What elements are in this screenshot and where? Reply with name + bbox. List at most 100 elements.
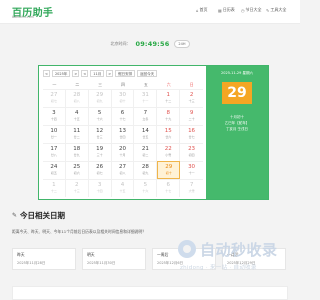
calendar-day[interactable]: 5 十六 <box>88 107 112 125</box>
lunar-day: 初九 <box>142 171 149 175</box>
day-number: 9 <box>189 110 194 116</box>
calendar-day[interactable]: 10 廿一 <box>43 125 66 143</box>
calendar-day[interactable]: 18 廿九 <box>65 143 89 161</box>
day-number: 4 <box>120 182 125 188</box>
month-select[interactable]: 11月 <box>90 70 105 77</box>
calendar-day[interactable]: 28 初八 <box>65 89 89 107</box>
calendar-day[interactable]: 23 初四 <box>180 143 203 161</box>
calendar-day[interactable]: 26 初七 <box>88 161 112 179</box>
calendar-controls: < 2025年 > < 11月 > 假日安排 返回今天 <box>43 70 158 77</box>
today-button[interactable]: 返回今天 <box>137 70 158 77</box>
calendar-panel: < 2025年 > < 11月 > 假日安排 返回今天 一二三四五六日 27 初七… <box>39 66 206 199</box>
calendar-day[interactable]: 1 十二 <box>43 179 66 197</box>
lunar-day: 初十 <box>119 99 126 103</box>
calendar-day[interactable]: 13 廿四 <box>111 125 135 143</box>
calendar-card: < 2025年 > < 11月 > 假日安排 返回今天 一二三四五六日 27 初七… <box>38 65 269 200</box>
calendar-day[interactable]: 27 初八 <box>111 161 135 179</box>
related-date-card[interactable]: 昨天 2025年11月28日 <box>12 248 76 270</box>
day-number: 25 <box>73 164 81 170</box>
prev-year-button[interactable]: < <box>43 70 50 77</box>
holiday-select[interactable]: 假日安排 <box>115 70 136 77</box>
next-month-button[interactable]: > <box>106 70 114 77</box>
nav-calendar[interactable]: ▦ 日历表 <box>218 7 235 13</box>
time-label: 北京时间： <box>110 41 131 46</box>
next-year-button[interactable]: > <box>72 70 80 77</box>
calendar-day[interactable]: 30 初十 <box>111 89 135 107</box>
day-number: 20 <box>118 146 126 152</box>
calendar-day[interactable]: 30 十一 <box>180 161 203 179</box>
weekday-label: 一 <box>52 82 57 87</box>
calendar-day[interactable]: 29 初九 <box>88 89 112 107</box>
calendar-day[interactable]: 5 十六 <box>134 179 158 197</box>
weekday-label: 五 <box>143 82 148 87</box>
lunar-day: 初九 <box>96 99 103 103</box>
calendar-day[interactable]: 7 立冬 <box>134 107 158 125</box>
lunar-day: 初八 <box>119 171 126 175</box>
bottom-panel <box>12 286 288 300</box>
calendar-day[interactable]: 14 廿五 <box>134 125 158 143</box>
calendar-day[interactable]: 6 十七 <box>157 179 181 197</box>
calendar-day[interactable]: 31 十一 <box>134 89 158 107</box>
calendar-day[interactable]: 17 廿八 <box>43 143 66 161</box>
day-number: 7 <box>189 182 194 188</box>
calendar-day[interactable]: 3 十四 <box>88 179 112 197</box>
day-number: 3 <box>52 110 56 116</box>
calendar-day[interactable]: 8 十九 <box>157 107 181 125</box>
calendar-day[interactable]: 24 初五 <box>43 161 66 179</box>
calendar-day[interactable]: 21 初二 <box>134 143 158 161</box>
calendar-day[interactable]: 11 廿二 <box>65 125 89 143</box>
calendar-day[interactable]: 2 十三 <box>180 89 203 107</box>
calendar-day[interactable]: 16 廿七 <box>180 125 203 143</box>
related-date-card[interactable]: 明天 2025年11月30日 <box>82 248 146 270</box>
lunar-day: 十一 <box>142 99 149 103</box>
section-description: 距离今天、昨天、明天、今年11个月前后日历表以及相关时间信息和详细说明？ <box>12 229 146 234</box>
calendar-day[interactable]: 28 初九 <box>134 161 158 179</box>
day-number: 18 <box>73 146 81 152</box>
prev-month-button[interactable]: < <box>81 70 89 77</box>
lunar-date: 十月初十 <box>230 115 244 119</box>
calendar-day[interactable]: 15 廿六 <box>157 125 181 143</box>
calendar-day[interactable]: 3 十四 <box>43 107 66 125</box>
calendar-day[interactable]: 22 小雪 <box>157 143 181 161</box>
day-number: 10 <box>50 128 58 134</box>
calendar-day[interactable]: 9 二十 <box>180 107 203 125</box>
related-date-value: 2025年11月28日 <box>17 261 46 265</box>
watermark-text: 自动秒收录 <box>200 241 278 259</box>
calendar-day[interactable]: 7 大雪 <box>180 179 203 197</box>
nav-tools[interactable]: ✎ 工具大全 <box>266 7 286 13</box>
time-format-button[interactable]: 24H <box>174 40 190 48</box>
calendar-day-selected[interactable]: 29 初十 <box>157 161 181 179</box>
calendar-day[interactable]: 12 廿三 <box>88 125 112 143</box>
lunar-day: 廿八 <box>50 153 57 157</box>
time-clock: 09:49:56 <box>135 40 170 48</box>
calendar-day[interactable]: 27 初七 <box>43 89 66 107</box>
nav-home[interactable]: ⌂ 首页 <box>196 7 208 13</box>
nav-festivals-label: 节日大全 <box>245 7 262 12</box>
day-number: 27 <box>118 164 126 170</box>
nav-festivals[interactable]: ◷ 节日大全 <box>241 7 262 13</box>
calendar-day[interactable]: 25 初六 <box>65 161 89 179</box>
day-number: 24 <box>50 164 58 170</box>
calendar-day[interactable]: 4 十五 <box>111 179 135 197</box>
ganzhi-year: 乙巳年【蛇年】 <box>224 121 250 125</box>
day-number: 3 <box>97 182 102 188</box>
calendar-day[interactable]: 2 十三 <box>65 179 89 197</box>
calendar-day[interactable]: 19 三十 <box>88 143 112 161</box>
calendar-day[interactable]: 4 十五 <box>65 107 89 125</box>
related-date-value: 2025年11月30日 <box>87 261 116 265</box>
calendar-day[interactable]: 1 十二 <box>157 89 181 107</box>
year-select[interactable]: 2025年 <box>51 70 71 77</box>
calendar-day[interactable]: 20 十月 <box>111 143 135 161</box>
lunar-day: 十九 <box>165 117 172 121</box>
day-number: 5 <box>143 182 148 188</box>
weekday-header: 一二三四五六日 <box>43 82 203 88</box>
selected-day-number: 29 <box>222 82 252 104</box>
lunar-day: 初二 <box>142 153 149 157</box>
day-number: 26 <box>96 164 104 170</box>
lunar-day: 十二 <box>165 99 172 103</box>
lunar-day: 十二 <box>50 189 57 193</box>
lunar-day: 十三 <box>73 189 80 193</box>
calendar-day[interactable]: 6 十七 <box>111 107 135 125</box>
nav-tools-label: 工具大全 <box>270 7 287 12</box>
day-number: 14 <box>141 128 149 134</box>
